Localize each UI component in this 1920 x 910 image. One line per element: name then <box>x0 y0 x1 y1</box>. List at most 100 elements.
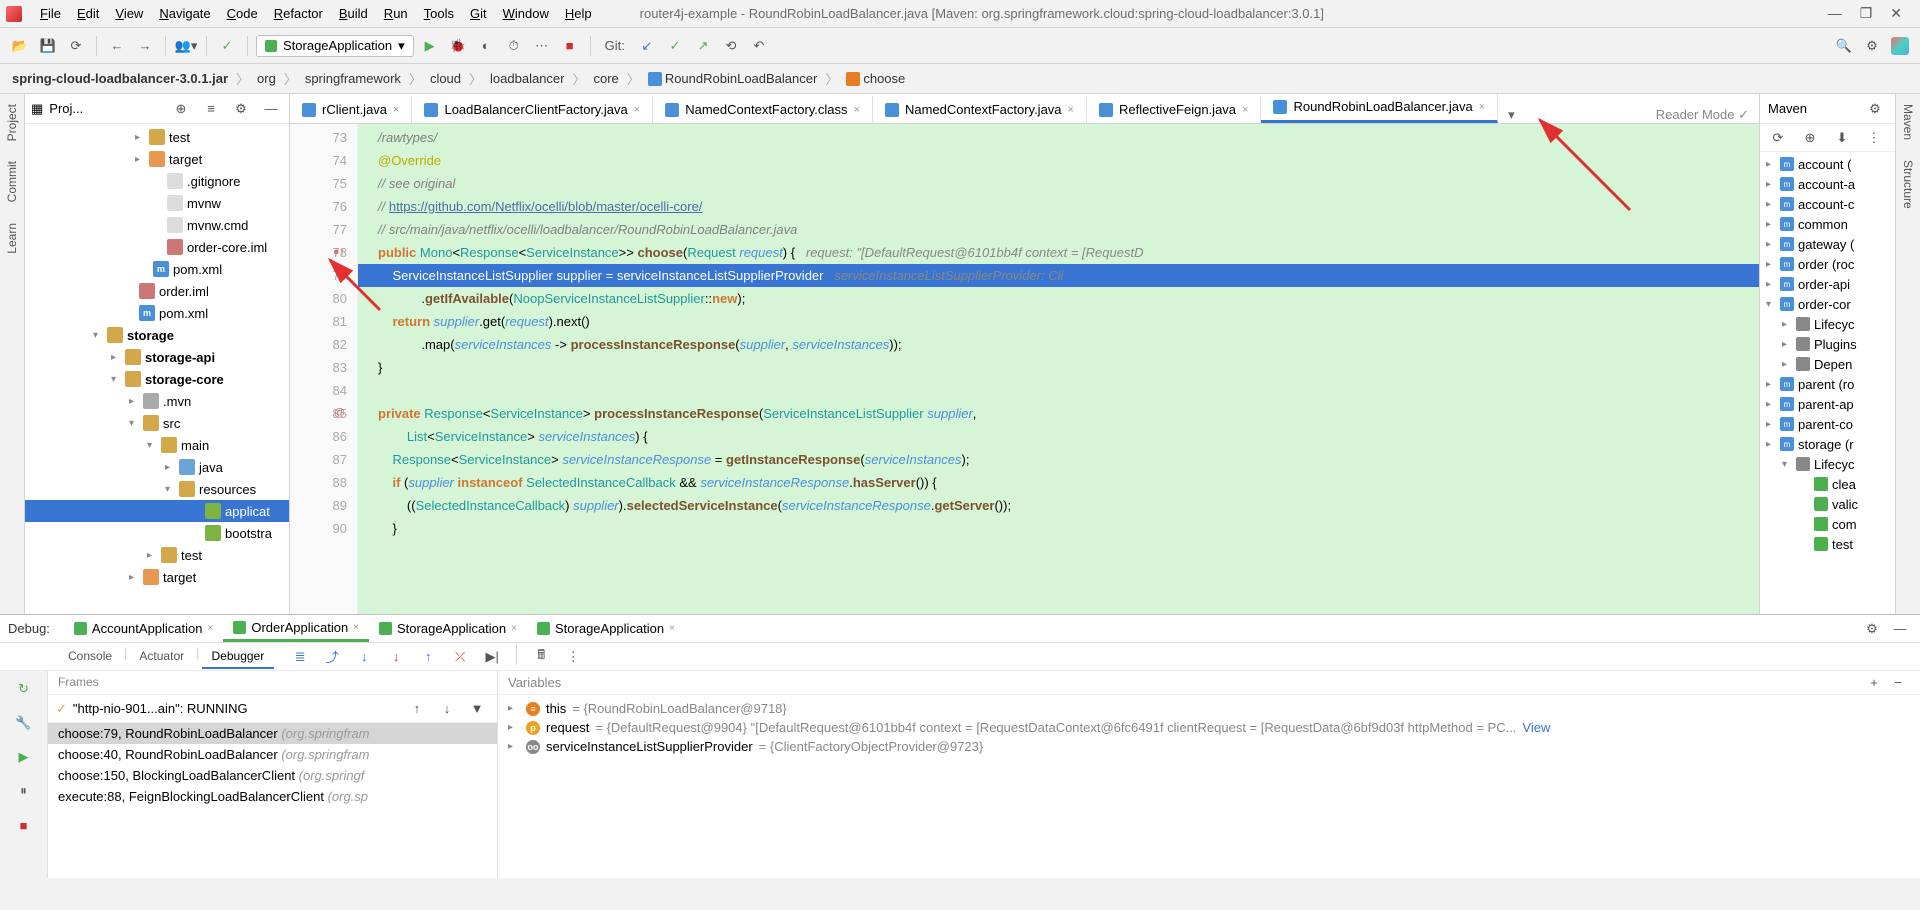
tabs-more-icon[interactable]: ▾ <box>1498 107 1525 123</box>
run-button[interactable]: ▶ <box>418 34 442 58</box>
breadcrumb-item[interactable]: cloud <box>426 71 465 86</box>
tree-row[interactable]: ▸target <box>25 566 289 588</box>
editor-tab[interactable]: rClient.java× <box>290 96 412 123</box>
rerun-icon[interactable]: ↻ <box>12 677 36 701</box>
profile-button[interactable]: ⏱ <box>502 34 526 58</box>
maven-row[interactable]: com <box>1760 514 1895 534</box>
breadcrumb-item[interactable]: springframework <box>301 71 405 86</box>
menu-build[interactable]: Build <box>331 6 376 21</box>
variable-row[interactable]: ▸prequest = {DefaultRequest@9904} "[Defa… <box>498 718 1920 737</box>
code-area[interactable]: /rawtypes/@Override// see original// htt… <box>358 124 1759 614</box>
tree-row[interactable]: ▸storage-api <box>25 346 289 368</box>
breadcrumb-item[interactable]: org <box>253 71 280 86</box>
run-cursor-icon[interactable]: ▶| <box>480 645 504 669</box>
maven-row[interactable]: ▸maccount ( <box>1760 154 1895 174</box>
editor-tab[interactable]: ReflectiveFeign.java× <box>1087 96 1262 123</box>
hide-icon[interactable]: ― <box>259 97 283 121</box>
search-icon[interactable]: 🔍 <box>1832 34 1856 58</box>
maven-row[interactable]: ▸mparent-ap <box>1760 394 1895 414</box>
variable-row[interactable]: ▸≡this = {RoundRobinLoadBalancer@9718} <box>498 699 1920 718</box>
back-button[interactable]: ← <box>105 34 129 58</box>
side-maven[interactable]: Maven <box>1901 104 1915 140</box>
tree-row[interactable]: order-core.iml <box>25 236 289 258</box>
menu-navigate[interactable]: Navigate <box>151 6 218 21</box>
drop-frame-icon[interactable]: ⤫ <box>448 645 472 669</box>
maven-row[interactable]: ▸morder-api <box>1760 274 1895 294</box>
collapse-icon[interactable]: ≡ <box>199 97 223 121</box>
side-structure[interactable]: Structure <box>1901 160 1915 209</box>
tree-row[interactable]: applicat <box>25 500 289 522</box>
hammer-icon[interactable]: ✓ <box>215 34 239 58</box>
maven-row[interactable]: ▸mcommon <box>1760 214 1895 234</box>
run-config-selector[interactable]: StorageApplication ▾ <box>256 35 414 57</box>
tree-row[interactable]: mpom.xml <box>25 302 289 324</box>
maven-row[interactable]: ▸Lifecyc <box>1760 314 1895 334</box>
editor-tab[interactable]: RoundRobinLoadBalancer.java× <box>1261 94 1498 123</box>
tree-row[interactable]: ▸java <box>25 456 289 478</box>
variables-list[interactable]: ▸≡this = {RoundRobinLoadBalancer@9718}▸p… <box>498 695 1920 878</box>
maven-row[interactable]: clea <box>1760 474 1895 494</box>
forward-button[interactable]: → <box>133 34 157 58</box>
git-commit-button[interactable]: ✓ <box>663 34 687 58</box>
save-button[interactable]: 💾 <box>36 34 60 58</box>
tree-row[interactable]: order.iml <box>25 280 289 302</box>
menu-edit[interactable]: Edit <box>69 6 107 21</box>
sync-button[interactable]: ⟳ <box>64 34 88 58</box>
next-icon[interactable]: ↓ <box>435 697 459 721</box>
stop-button[interactable]: ■ <box>558 34 582 58</box>
frames-list[interactable]: choose:79, RoundRobinLoadBalancer (org.s… <box>48 723 497 878</box>
project-tree[interactable]: ▸test▸target.gitignoremvnwmvnw.cmdorder-… <box>25 124 289 614</box>
maven-row[interactable]: ▸maccount-a <box>1760 174 1895 194</box>
git-update-button[interactable]: ↙ <box>635 34 659 58</box>
modify-icon[interactable]: 🔧 <box>12 711 36 735</box>
gear-icon[interactable]: ⚙ <box>1863 97 1887 121</box>
ide-icon[interactable] <box>1888 34 1912 58</box>
frames-thread-selector[interactable]: ✓ "http-nio-901...ain": RUNNING ↑ ↓ ▼ <box>48 695 497 723</box>
breadcrumb-item[interactable]: core <box>590 71 623 86</box>
hide-icon[interactable]: ― <box>1888 617 1912 641</box>
maven-row[interactable]: ▸mgateway ( <box>1760 234 1895 254</box>
tree-row[interactable]: mpom.xml <box>25 258 289 280</box>
target-icon[interactable]: ⊕ <box>169 97 193 121</box>
close-button[interactable]: ✕ <box>1890 5 1902 22</box>
tree-row[interactable]: ▸.mvn <box>25 390 289 412</box>
tree-row[interactable]: ▾main <box>25 434 289 456</box>
breadcrumb-item[interactable]: loadbalancer <box>486 71 568 86</box>
debug-inner-tab[interactable]: Console <box>58 645 122 669</box>
tree-row[interactable]: ▸test <box>25 544 289 566</box>
tree-row[interactable]: mvnw.cmd <box>25 214 289 236</box>
frame-row[interactable]: choose:79, RoundRobinLoadBalancer (org.s… <box>48 723 497 744</box>
maven-row[interactable]: ▸mparent (ro <box>1760 374 1895 394</box>
menu-file[interactable]: File <box>32 6 69 21</box>
show-exec-icon[interactable]: ≣ <box>288 645 312 669</box>
frame-row[interactable]: choose:150, BlockingLoadBalancerClient (… <box>48 765 497 786</box>
tree-row[interactable]: ▸test <box>25 126 289 148</box>
debug-tab[interactable]: StorageApplication× <box>369 616 527 642</box>
menu-view[interactable]: View <box>107 6 151 21</box>
stop-icon[interactable]: ■ <box>12 813 36 837</box>
users-button[interactable]: 👥▾ <box>174 34 198 58</box>
maven-row[interactable]: ▸mstorage (r <box>1760 434 1895 454</box>
side-learn[interactable]: Learn <box>5 223 19 254</box>
menu-run[interactable]: Run <box>376 6 416 21</box>
variable-row[interactable]: ▸ooserviceInstanceListSupplierProvider =… <box>498 737 1920 756</box>
frame-row[interactable]: choose:40, RoundRobinLoadBalancer (org.s… <box>48 744 497 765</box>
maven-row[interactable]: valic <box>1760 494 1895 514</box>
side-commit[interactable]: Commit <box>5 161 19 202</box>
tree-row[interactable]: ▾src <box>25 412 289 434</box>
tree-row[interactable]: .gitignore <box>25 170 289 192</box>
editor-tab[interactable]: NamedContextFactory.java× <box>873 96 1087 123</box>
maven-row[interactable]: ▸Depen <box>1760 354 1895 374</box>
gear-icon[interactable]: ⚙ <box>1860 617 1884 641</box>
debug-tab[interactable]: AccountApplication× <box>64 616 223 642</box>
resume-icon[interactable]: ▶ <box>12 745 36 769</box>
settings-icon[interactable]: ⚙ <box>1860 34 1884 58</box>
editor-tab[interactable]: NamedContextFactory.class× <box>653 96 873 123</box>
maven-row[interactable]: test <box>1760 534 1895 554</box>
breadcrumb-item[interactable]: spring-cloud-loadbalancer-3.0.1.jar <box>8 71 232 86</box>
coverage-button[interactable]: ◐ <box>474 34 498 58</box>
breadcrumb-item[interactable]: RoundRobinLoadBalancer <box>644 71 822 87</box>
add-watch-icon[interactable]: + <box>1862 671 1886 695</box>
debug-inner-tab[interactable]: Debugger <box>202 645 275 669</box>
debug-tab[interactable]: OrderApplication× <box>223 616 369 642</box>
